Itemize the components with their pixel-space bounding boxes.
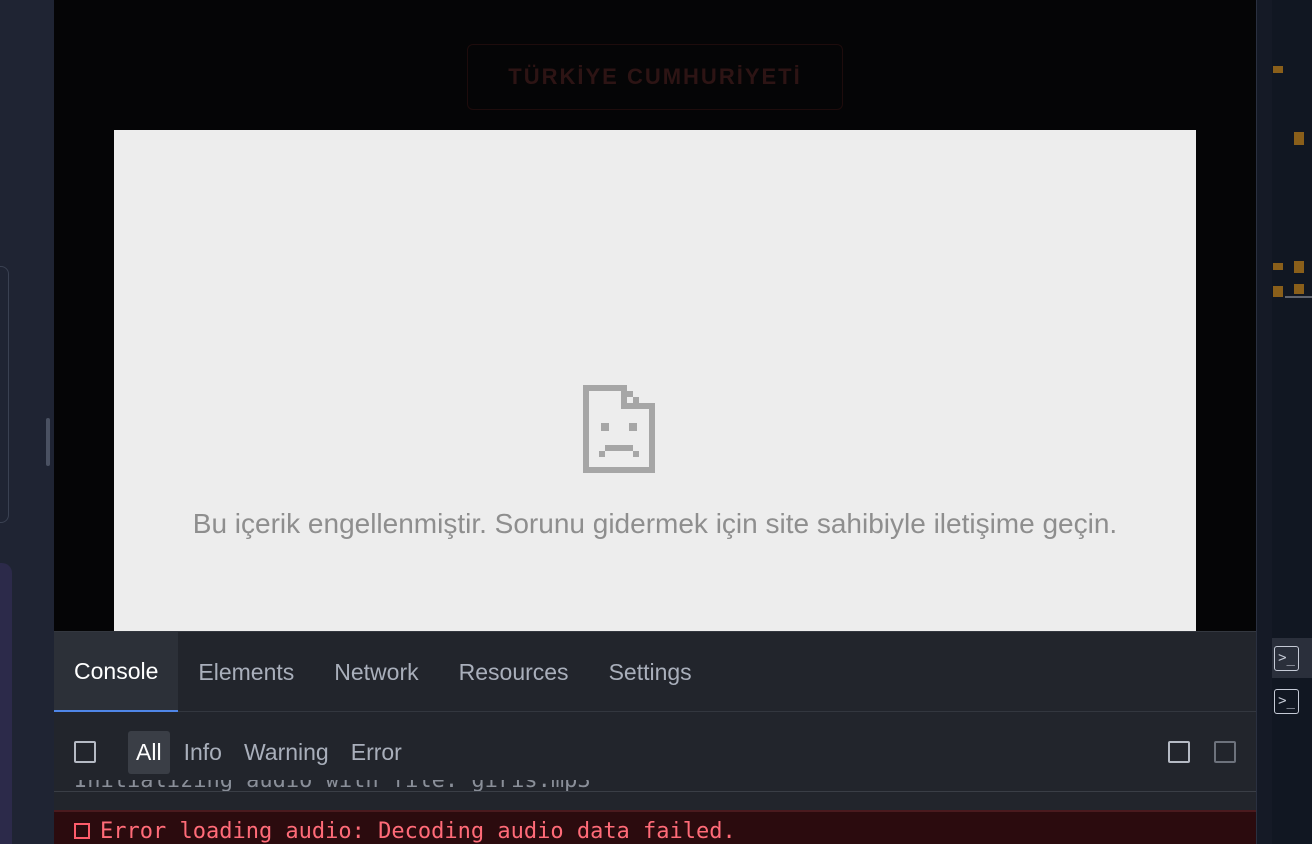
console-actions xyxy=(1168,741,1236,763)
tab-network[interactable]: Network xyxy=(314,632,438,712)
terminal-icon: >_ xyxy=(1274,688,1299,714)
filter-warning[interactable]: Warning xyxy=(236,731,337,774)
minimap-mark xyxy=(1273,286,1283,297)
minimap-mark xyxy=(1294,261,1304,273)
blocked-content-frame: Bu içerik engellenmiştir. Sorunu giderme… xyxy=(114,130,1196,631)
sidebar-panel xyxy=(0,266,9,523)
minimap-mark xyxy=(1294,284,1304,294)
left-sidebar xyxy=(0,0,54,844)
tab-console[interactable]: Console xyxy=(54,632,179,712)
tab-settings[interactable]: Settings xyxy=(589,632,712,712)
terminal-button[interactable]: >_ xyxy=(1272,638,1312,678)
screen: TÜRKİYE CUMHURİYETİ Bu içerik engellenmi… xyxy=(0,0,1312,844)
tab-elements[interactable]: Elements xyxy=(178,632,314,712)
log-divider xyxy=(54,791,1256,792)
app-viewport: TÜRKİYE CUMHURİYETİ Bu içerik engellenmi… xyxy=(54,0,1256,631)
preserve-log-icon[interactable] xyxy=(1168,741,1190,763)
tab-resources[interactable]: Resources xyxy=(439,632,589,712)
title-badge: TÜRKİYE CUMHURİYETİ xyxy=(467,44,843,110)
log-text: Error loading audio: Decoding audio data… xyxy=(100,818,736,844)
terminal-icon: >_ xyxy=(1274,645,1299,671)
settings-square-icon[interactable] xyxy=(1214,741,1236,763)
sidebar-panel-accent xyxy=(0,563,12,844)
log-row-info: Initializing audio with file: giris.mp3 xyxy=(54,780,1256,808)
filter-all[interactable]: All xyxy=(128,730,170,774)
minimap-mark xyxy=(1273,66,1283,73)
minimap-mark xyxy=(1294,132,1304,145)
minimap-viewport-indicator[interactable] xyxy=(1285,296,1312,298)
clear-console-checkbox[interactable] xyxy=(74,741,96,763)
resize-handle[interactable] xyxy=(46,418,50,466)
filter-info[interactable]: Info xyxy=(176,731,230,774)
sad-document-icon xyxy=(583,385,655,473)
minimap-mark xyxy=(1273,263,1283,270)
devtools-panel: Console Elements Network Resources Setti… xyxy=(54,631,1256,844)
blocked-message: Bu içerik engellenmiştir. Sorunu giderme… xyxy=(192,508,1118,539)
filter-error[interactable]: Error xyxy=(343,731,410,774)
error-icon xyxy=(74,823,90,839)
scrollbar-track[interactable] xyxy=(1256,0,1272,844)
devtools-tabs: Console Elements Network Resources Setti… xyxy=(54,632,1256,712)
terminal-button[interactable]: >_ xyxy=(1272,681,1312,721)
log-row-error: Error loading audio: Decoding audio data… xyxy=(54,810,1256,844)
